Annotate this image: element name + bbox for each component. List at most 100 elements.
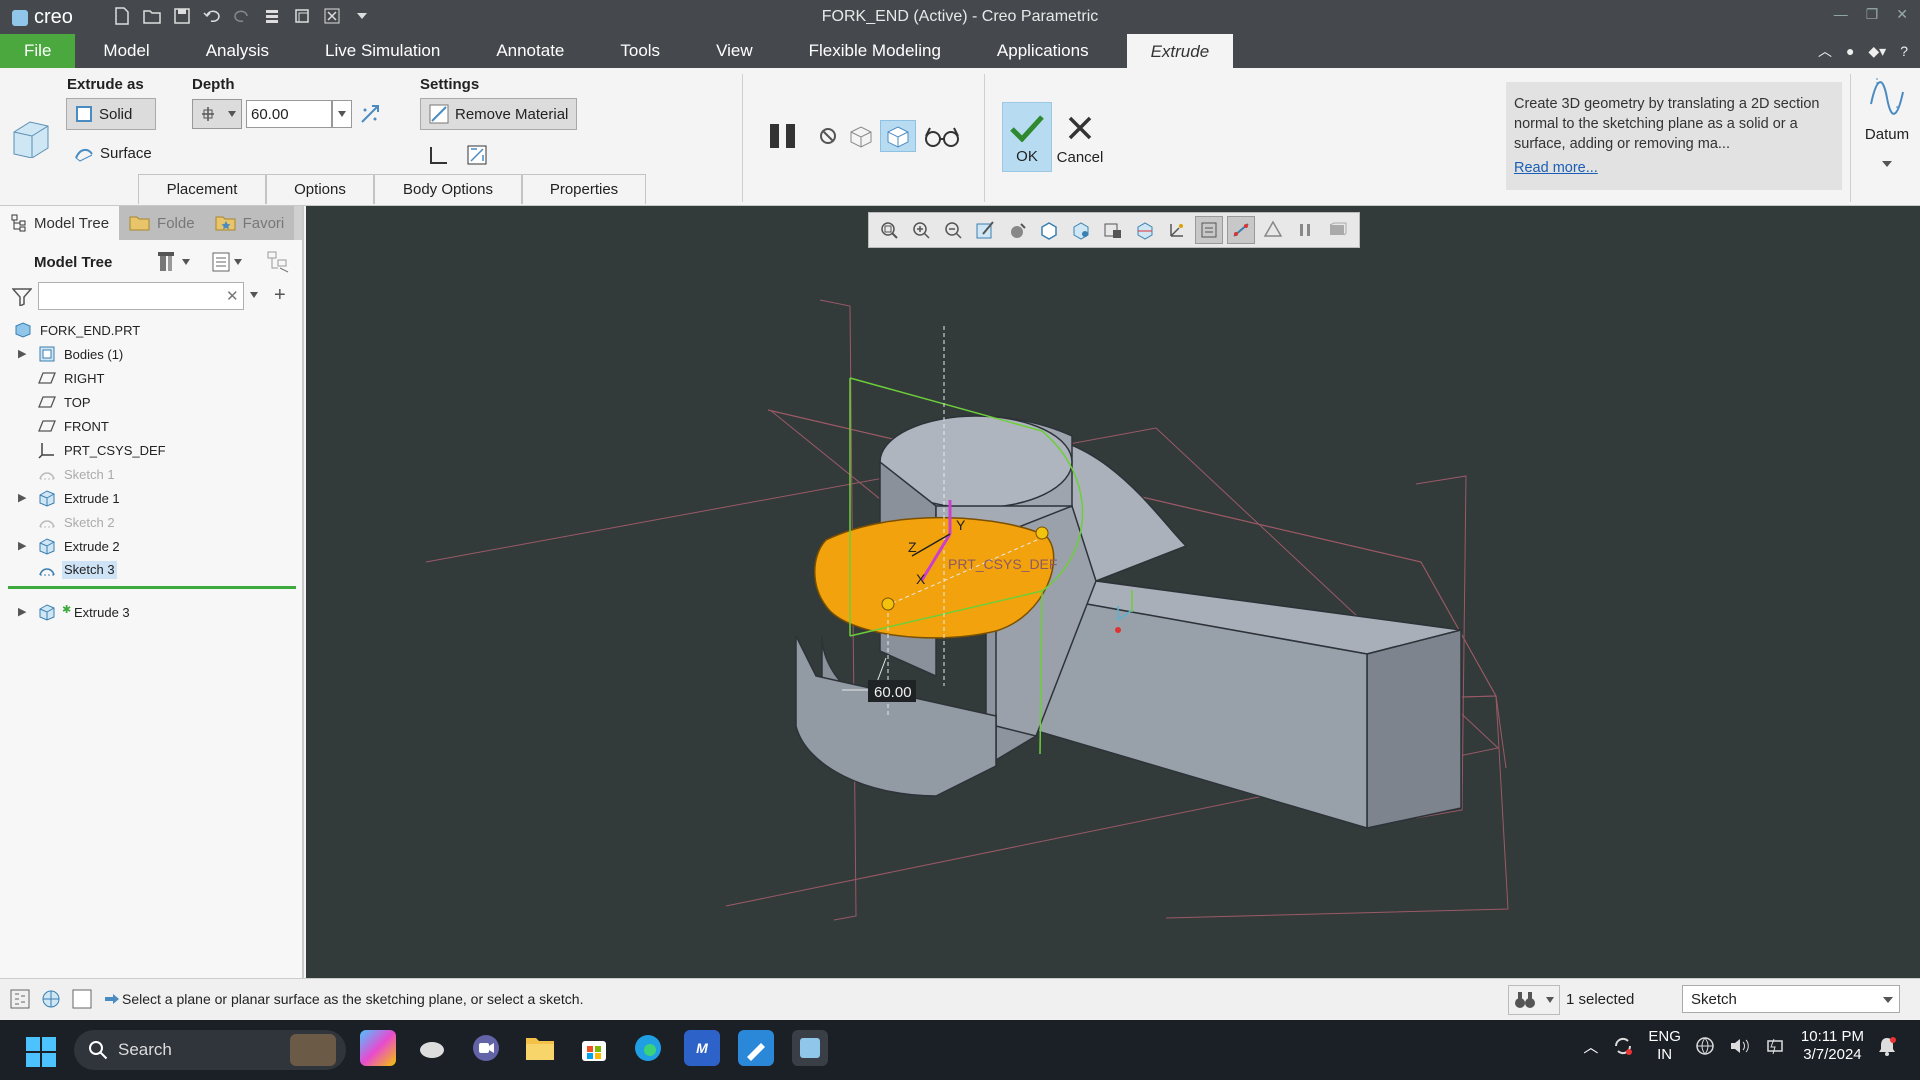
mode-icon[interactable]: ◆▾ — [1868, 43, 1886, 60]
tab-favorites[interactable]: Favori — [204, 206, 295, 240]
tab-model-tree[interactable]: Model Tree — [0, 206, 120, 240]
filter-icon[interactable] — [12, 288, 32, 306]
tree-item-fork-end-prt[interactable]: FORK_END.PRT — [0, 318, 300, 342]
tree-item-sketch-1[interactable]: Sketch 1 — [0, 462, 300, 486]
weather-icon[interactable] — [414, 1030, 450, 1066]
bulb-icon[interactable]: ● — [1846, 43, 1854, 59]
verify-button[interactable] — [924, 126, 960, 148]
minimize-icon[interactable]: — — [1834, 6, 1848, 23]
depth-option-dropdown[interactable] — [192, 99, 242, 129]
navigator-toggle-icon[interactable] — [10, 989, 30, 1009]
file-explorer-icon[interactable] — [522, 1030, 558, 1066]
add-filter-icon[interactable]: + — [274, 284, 286, 307]
browser-toggle-icon[interactable] — [40, 989, 62, 1009]
cancel-button[interactable]: Cancel — [1056, 102, 1104, 172]
drag-handle[interactable] — [881, 597, 895, 611]
tab-applications[interactable]: Applications — [969, 34, 1117, 68]
customize-toolbar-icon[interactable] — [352, 6, 372, 26]
expand-arrow-icon[interactable]: ▶ — [18, 347, 28, 360]
tree-item-sketch-3[interactable]: Sketch 3 — [0, 558, 300, 582]
tab-file[interactable]: File — [0, 34, 76, 68]
network-icon[interactable] — [1695, 1036, 1715, 1056]
tree-search-input[interactable] — [38, 282, 244, 310]
new-file-icon[interactable] — [112, 6, 132, 26]
volume-icon[interactable] — [1729, 1036, 1751, 1056]
collapse-ribbon-icon[interactable]: ︿ — [1818, 41, 1832, 61]
windows-start-icon[interactable] — [26, 1037, 56, 1067]
depth-value-input[interactable] — [246, 100, 332, 128]
taper-button[interactable] — [466, 144, 488, 166]
read-more-link[interactable]: Read more... — [1514, 158, 1834, 178]
tree-filter-button[interactable] — [266, 250, 290, 274]
tree-item-sketch-2[interactable]: Sketch 2 — [0, 510, 300, 534]
taskbar-search-box[interactable]: Search — [74, 1030, 346, 1070]
selection-filter-dropdown[interactable]: Sketch — [1682, 985, 1900, 1013]
tab-model[interactable]: Model — [75, 34, 177, 68]
regenerate-icon[interactable] — [262, 6, 282, 26]
battery-icon[interactable] — [1765, 1036, 1787, 1056]
tab-view[interactable]: View — [688, 34, 781, 68]
thicken-sketch-button[interactable] — [428, 144, 450, 166]
paint-icon[interactable] — [738, 1030, 774, 1066]
undo-icon[interactable] — [202, 6, 222, 26]
graphics-viewport[interactable]: Y Z X PRT_CSYS_DEF 60.00 — [306, 206, 1920, 978]
tab-flexible-modeling[interactable]: Flexible Modeling — [781, 34, 969, 68]
tab-annotate[interactable]: Annotate — [468, 34, 592, 68]
tree-settings-button[interactable] — [156, 250, 190, 274]
solid-button[interactable]: Solid — [66, 98, 156, 130]
depth-value-dropdown[interactable] — [332, 100, 352, 128]
tree-item-bodies[interactable]: ▶ Bodies (1) — [0, 342, 300, 366]
sync-icon[interactable] — [1612, 1035, 1634, 1057]
expand-arrow-icon[interactable]: ▶ — [18, 605, 28, 618]
datum-button[interactable]: Datum — [1858, 74, 1916, 202]
slideup-placement[interactable]: Placement — [138, 174, 266, 204]
clear-search-icon[interactable]: ✕ — [226, 287, 239, 305]
redo-icon[interactable] — [232, 6, 252, 26]
notification-bell-icon[interactable] — [1878, 1036, 1896, 1056]
tab-folder-browser[interactable]: Folde — [119, 206, 205, 240]
slideup-body-options[interactable]: Body Options — [374, 174, 522, 204]
clock[interactable]: 10:11 PM 3/7/2024 — [1801, 1028, 1864, 1064]
meet-icon[interactable] — [468, 1030, 504, 1066]
tree-display-button[interactable] — [212, 252, 242, 272]
tree-item-extrude-1[interactable]: ▶ Extrude 1 — [0, 486, 300, 510]
mathcad-icon[interactable]: M — [684, 1030, 720, 1066]
show-hidden-icons[interactable]: ︿ — [1583, 1036, 1598, 1057]
flip-direction-button[interactable] — [358, 102, 382, 126]
edge-icon[interactable] — [630, 1030, 666, 1066]
tree-item-extrude-2[interactable]: ▶ Extrude 2 — [0, 534, 300, 558]
drag-handle[interactable] — [1035, 526, 1049, 540]
slideup-properties[interactable]: Properties — [522, 174, 646, 204]
model-graphics[interactable]: Y Z X PRT_CSYS_DEF 60.00 — [306, 206, 1920, 978]
expand-arrow-icon[interactable]: ▶ — [18, 491, 28, 504]
tree-item-front-plane[interactable]: FRONT — [0, 414, 300, 438]
tab-extrude[interactable]: Extrude — [1126, 34, 1234, 68]
fullscreen-icon[interactable] — [72, 989, 92, 1009]
pause-button[interactable] — [768, 122, 800, 150]
tree-item-top-plane[interactable]: TOP — [0, 390, 300, 414]
solid-preview-button[interactable] — [880, 120, 916, 152]
no-preview-button[interactable] — [818, 126, 838, 146]
tab-tools[interactable]: Tools — [592, 34, 688, 68]
selection-filter-icon[interactable] — [1508, 985, 1560, 1015]
open-file-icon[interactable] — [142, 6, 162, 26]
ok-button[interactable]: OK — [1002, 102, 1052, 172]
restore-icon[interactable]: ❐ — [1866, 6, 1879, 23]
creo-taskbar-icon[interactable] — [792, 1030, 828, 1066]
insert-indicator[interactable] — [8, 586, 296, 589]
surface-button[interactable]: Surface — [74, 144, 152, 162]
language-indicator[interactable]: ENG IN — [1648, 1028, 1681, 1064]
tree-item-csys[interactable]: PRT_CSYS_DEF — [0, 438, 300, 462]
tab-live-simulation[interactable]: Live Simulation — [297, 34, 468, 68]
close-window-icon[interactable] — [322, 6, 342, 26]
close-icon[interactable]: ✕ — [1896, 6, 1908, 23]
tab-analysis[interactable]: Analysis — [178, 34, 297, 68]
depth-dimension-label[interactable]: 60.00 — [874, 684, 912, 701]
tree-item-right-plane[interactable]: RIGHT — [0, 366, 300, 390]
store-icon[interactable] — [576, 1030, 612, 1066]
remove-material-button[interactable]: Remove Material — [420, 98, 578, 130]
slideup-options[interactable]: Options — [266, 174, 374, 204]
mesh-preview-button[interactable] — [848, 124, 874, 148]
copilot-icon[interactable] — [360, 1030, 396, 1066]
search-options-dropdown[interactable] — [250, 292, 258, 298]
